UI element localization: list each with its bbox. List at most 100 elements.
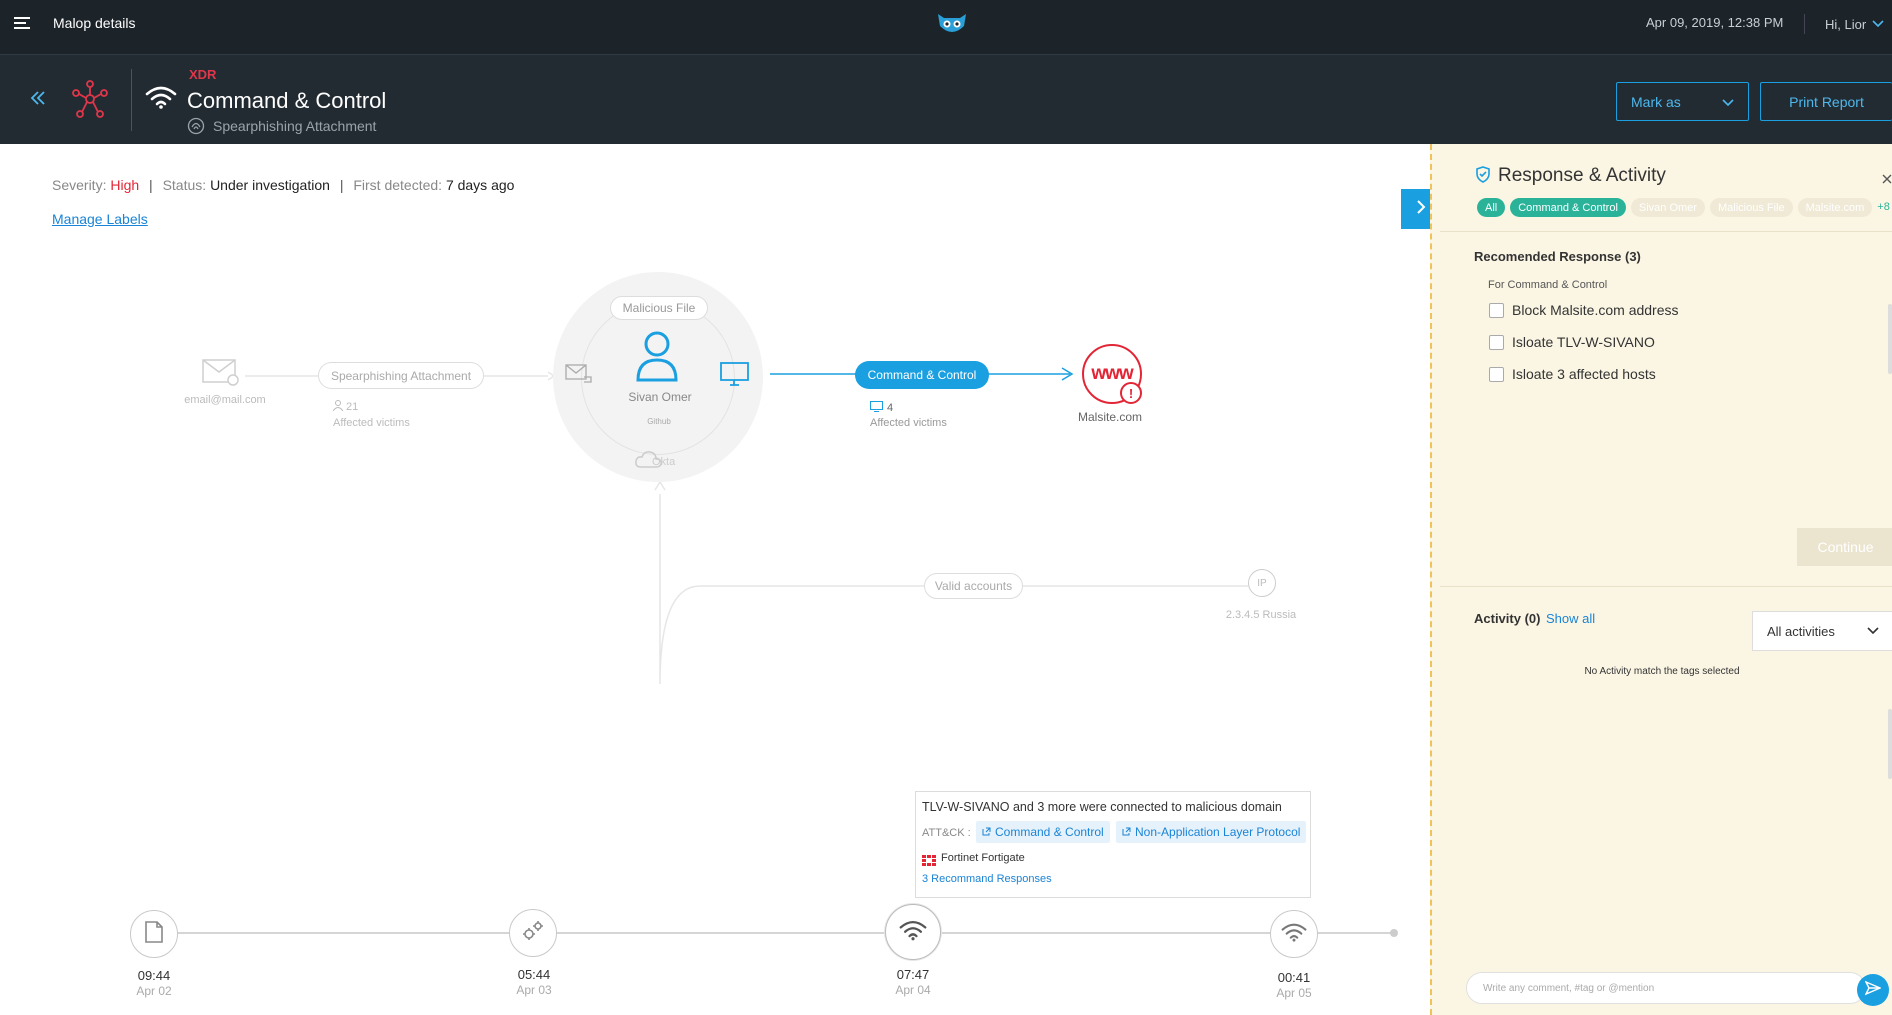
chevron-down-icon	[1872, 15, 1884, 33]
malsite-label: Malsite.com	[1077, 410, 1142, 424]
timeline-date: Apr 05	[1276, 986, 1312, 1000]
chevron-down-icon	[1867, 622, 1879, 640]
action-label: Block Malsite.com address	[1512, 302, 1679, 318]
action-checkbox[interactable]	[1489, 335, 1504, 350]
email-icon	[202, 358, 240, 391]
continue-button[interactable]: Continue	[1797, 528, 1892, 566]
all-activities-dropdown[interactable]: All activities	[1752, 611, 1892, 651]
action-checkbox[interactable]	[1489, 367, 1504, 382]
tag-malsite[interactable]: Malsite.com	[1797, 198, 1873, 217]
email-label: email@mail.com	[184, 394, 266, 406]
timeline-time: 07:47	[896, 967, 930, 982]
malop-title: Command & Control	[187, 88, 387, 113]
external-link-icon	[1122, 825, 1131, 839]
malop-category: XDR	[189, 67, 217, 82]
timeline-time: 00:41	[1277, 970, 1311, 985]
top-bar: Malop details Apr 09, 2019, 12:38 PM Hi,…	[0, 0, 1892, 54]
timeline-date: Apr 02	[136, 984, 172, 998]
action-label: Isloate 3 affected hosts	[1512, 366, 1656, 382]
ip-icon: IP	[1248, 569, 1276, 597]
scrollbar-thumb[interactable]	[1888, 304, 1892, 374]
ip-label: 2.3.4.5 Russia	[1225, 609, 1297, 621]
shield-icon	[1476, 166, 1490, 188]
file-icon	[145, 920, 163, 948]
chevron-right-icon	[1416, 199, 1426, 219]
tag-sivan-omer[interactable]: Sivan Omer	[1630, 198, 1705, 217]
malicious-file-pill[interactable]: Malicious File	[610, 296, 708, 320]
print-report-button[interactable]: Print Report	[1760, 82, 1892, 121]
for-label: For Command & Control	[1488, 279, 1608, 291]
group-label: Github	[647, 417, 671, 426]
timeline-event-network[interactable]	[1270, 910, 1318, 958]
all-activities-label: All activities	[1767, 623, 1835, 639]
recommended-responses-link[interactable]: 3 Recommand Responses	[922, 873, 1052, 885]
fortinet-logo-icon	[922, 853, 936, 871]
monitor-icon[interactable]	[720, 362, 750, 391]
wifi-icon	[145, 85, 177, 114]
event-detail-card: TLV-W-SIVANO and 3 more were connected t…	[915, 791, 1311, 898]
timeline-date: Apr 04	[895, 983, 931, 997]
no-activity-message: No Activity match the tags selected	[1584, 666, 1740, 677]
attck-command-control-link[interactable]: Command & Control	[976, 821, 1110, 843]
tag-command-control[interactable]: Command & Control	[1510, 198, 1626, 217]
user-icon[interactable]	[635, 330, 679, 387]
timeline-event-process[interactable]	[509, 909, 557, 957]
send-button[interactable]	[1857, 974, 1889, 1006]
more-tags-count[interactable]: +8	[1877, 198, 1890, 217]
collapse-left-icon[interactable]	[30, 91, 46, 110]
tag-filter-bar: All Command & Control Sivan Omer Malicio…	[1477, 198, 1890, 217]
mark-as-label: Mark as	[1631, 93, 1681, 110]
spearphishing-pill[interactable]: Spearphishing Attachment	[318, 362, 484, 389]
chevron-down-icon	[1722, 94, 1734, 110]
wifi-icon	[899, 919, 927, 946]
user-menu[interactable]: Hi, Lior	[1825, 15, 1884, 33]
valid-accounts-pill[interactable]: Valid accounts	[924, 573, 1023, 599]
scrollbar-thumb[interactable]	[1888, 709, 1892, 779]
comment-placeholder: Write any comment, #tag or @mention	[1483, 982, 1655, 994]
graph-node-icon[interactable]	[71, 79, 109, 124]
owl-logo-icon	[936, 12, 968, 36]
malop-header: XDR Command & Control Spearphishing Atta…	[0, 54, 1892, 144]
spear-victims-label: Affected victims	[333, 417, 410, 429]
user-name-label: Sivan Omer	[628, 390, 692, 404]
show-all-link[interactable]: Show all	[1546, 611, 1595, 626]
timeline-time: 05:44	[517, 967, 551, 982]
fingerprint-icon	[187, 117, 205, 140]
menu-icon[interactable]	[14, 16, 32, 30]
spear-victims: 21	[332, 400, 358, 414]
wifi-icon	[1281, 922, 1307, 947]
page-title: Malop details	[53, 15, 136, 31]
timeline-time: 09:44	[137, 968, 171, 983]
external-link-icon	[982, 825, 991, 839]
current-datetime: Apr 09, 2019, 12:38 PM	[1646, 15, 1784, 30]
mark-as-dropdown[interactable]: Mark as	[1616, 82, 1749, 121]
user-icon	[332, 400, 344, 414]
attck-label: ATT&CK :	[922, 827, 971, 839]
mail-attachment-icon	[565, 363, 593, 388]
tag-malicious-file[interactable]: Malicious File	[1709, 198, 1793, 217]
timeline-date: Apr 03	[516, 983, 552, 997]
response-activity-panel: Response & Activity All Command & Contro…	[1430, 144, 1892, 1015]
tag-all[interactable]: All	[1477, 198, 1506, 217]
action-checkbox[interactable]	[1489, 303, 1504, 318]
timeline-event-network-selected[interactable]	[885, 904, 941, 960]
monitor-icon	[870, 401, 883, 415]
divider	[1804, 14, 1805, 34]
vendor-label: Fortinet Fortigate	[941, 852, 1025, 864]
panel-title: Response & Activity	[1498, 165, 1666, 186]
timeline-axis	[130, 932, 1393, 934]
malop-subtitle: Spearphishing Attachment	[213, 118, 377, 134]
cc-victims-label: Affected victims	[870, 417, 947, 429]
comment-input[interactable]: Write any comment, #tag or @mention	[1466, 972, 1866, 1004]
cloud-label: Okta	[652, 456, 676, 468]
action-label: Isloate TLV-W-SIVANO	[1512, 334, 1655, 350]
attck-non-app-protocol-link[interactable]: Non-Application Layer Protocol	[1116, 821, 1307, 843]
cc-victims: 4	[870, 401, 893, 415]
divider	[131, 69, 132, 131]
timeline-event-file[interactable]	[130, 910, 178, 958]
close-icon[interactable]	[1882, 171, 1892, 189]
attack-graph-area: Severity: High | Status: Under investiga…	[0, 144, 1430, 1015]
send-icon	[1864, 980, 1882, 1001]
panel-divider	[1440, 586, 1892, 587]
command-control-pill[interactable]: Command & Control	[855, 361, 989, 389]
